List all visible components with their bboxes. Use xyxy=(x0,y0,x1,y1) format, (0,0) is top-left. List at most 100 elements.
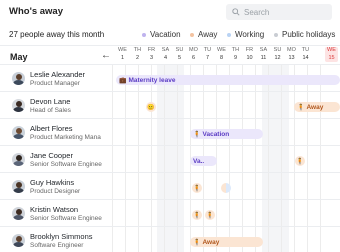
legend-label: Away xyxy=(198,30,218,39)
day-of-week: SA xyxy=(259,47,268,53)
event-label: Va.. xyxy=(193,157,205,165)
grid-line xyxy=(112,64,113,252)
avatar xyxy=(12,99,25,112)
page-title: Who's away xyxy=(9,6,63,17)
day-of-week: MO xyxy=(188,47,199,53)
day-header: TU 14 xyxy=(299,47,312,62)
away-dot-event[interactable]: 🧍 xyxy=(192,183,202,193)
grid-line xyxy=(151,64,152,252)
day-of-week: SA xyxy=(161,47,170,53)
grid-line xyxy=(125,64,126,252)
day-of-week: SU xyxy=(273,47,282,53)
day-header: FR 10 xyxy=(243,47,256,62)
away-dot-event[interactable]: 😐 xyxy=(146,102,156,112)
away-bar[interactable]: 🧍 Away xyxy=(294,102,340,112)
vacation-bar[interactable]: Va.. xyxy=(190,156,217,166)
legend-label: Working xyxy=(235,30,265,39)
day-number: 10 xyxy=(246,54,253,61)
day-number: 1 xyxy=(120,54,125,61)
day-of-week: WE xyxy=(117,47,128,53)
person-name: Kristin Watson xyxy=(30,205,79,214)
day-of-week: FR xyxy=(245,47,254,53)
search-icon xyxy=(232,3,240,21)
person-role: Product Manager xyxy=(30,80,80,87)
day-of-week: WE xyxy=(216,47,227,53)
grid-line xyxy=(164,64,165,252)
person-row[interactable]: Albert Flores Product Marketing Mana xyxy=(0,120,112,147)
day-number: 6 xyxy=(191,54,196,61)
search-box[interactable] xyxy=(226,4,332,20)
row-divider xyxy=(0,64,340,65)
person-name: Leslie Alexander xyxy=(30,70,86,79)
half-day-event[interactable] xyxy=(221,183,231,193)
person-role: Senior Software Enginee xyxy=(30,215,102,222)
person-role: Head of Sales xyxy=(30,107,71,114)
person-row[interactable]: Guy Hawkins Product Designer xyxy=(0,174,112,201)
legend-away: Away xyxy=(190,30,217,39)
person-icon: 🧍 xyxy=(193,131,201,138)
vacation-bar[interactable]: 🧍 Vacation xyxy=(190,129,263,139)
avatar xyxy=(12,126,25,139)
person-row[interactable]: Leslie Alexander Product Manager xyxy=(0,66,112,93)
day-header: SU 12 xyxy=(271,47,284,62)
face-icon: 😐 xyxy=(147,104,155,111)
day-header: SA 11 xyxy=(257,47,270,62)
briefcase-icon: 💼 xyxy=(119,77,127,84)
day-of-week: TU xyxy=(301,47,310,53)
person-row[interactable]: Devon Lane Head of Sales xyxy=(0,93,112,120)
event-label: Away xyxy=(306,103,324,111)
event-label: Maternity leave xyxy=(128,76,176,84)
person-role: Product Marketing Mana xyxy=(30,134,101,141)
day-of-week: SU xyxy=(175,47,184,53)
day-number: 3 xyxy=(149,54,154,61)
maternity-leave-bar[interactable]: 💼 Maternity leave xyxy=(116,75,340,85)
away-dot xyxy=(190,32,194,37)
day-number: 5 xyxy=(177,54,182,61)
day-header: SU 5 xyxy=(173,47,186,62)
weekend-column xyxy=(262,64,289,252)
person-name: Devon Lane xyxy=(30,97,71,106)
avatar xyxy=(12,72,25,85)
away-bar[interactable]: 🧍 Away xyxy=(190,237,263,247)
day-header: MO 13 xyxy=(285,47,298,62)
day-of-week: TH xyxy=(133,47,142,53)
day-of-week: TH xyxy=(231,47,240,53)
person-name: Guy Hawkins xyxy=(30,178,75,187)
day-header: WE 1 xyxy=(116,47,129,62)
vacation-dot xyxy=(142,32,146,37)
away-dot-event[interactable]: 🧍 xyxy=(192,210,202,220)
away-dot-event[interactable]: 🧍 xyxy=(295,156,305,166)
grid-line xyxy=(229,64,230,252)
day-of-week: TU xyxy=(203,47,212,53)
person-icon: 🧍 xyxy=(297,104,305,111)
person-row[interactable]: Jane Cooper Senior Software Enginee xyxy=(0,147,112,174)
previous-month-arrow-icon[interactable]: ← xyxy=(101,50,111,61)
person-row[interactable]: Brooklyn Simmons Software Engineer xyxy=(0,228,112,252)
day-of-week: WE xyxy=(326,47,337,53)
day-header: FR 3 xyxy=(145,47,158,62)
legend-label: Public holidays xyxy=(282,30,336,39)
person-icon: 🧍 xyxy=(193,239,201,246)
public-holiday-dot xyxy=(274,32,278,37)
day-number: 13 xyxy=(288,54,295,61)
header-divider xyxy=(0,45,340,46)
day-header: TU 7 xyxy=(201,47,214,62)
grid-line xyxy=(307,64,308,252)
person-icon: 🧍 xyxy=(193,185,201,192)
avatar xyxy=(12,207,25,220)
person-row[interactable]: Kristin Watson Senior Software Enginee xyxy=(0,201,112,228)
search-input[interactable] xyxy=(244,7,328,17)
person-name: Jane Cooper xyxy=(30,151,73,160)
person-name: Brooklyn Simmons xyxy=(30,232,93,241)
day-number: 14 xyxy=(302,54,309,61)
avatar xyxy=(12,180,25,193)
day-number: 4 xyxy=(163,54,168,61)
day-number: 9 xyxy=(233,54,238,61)
person-icon: 🧍 xyxy=(193,212,201,219)
day-number: 15 xyxy=(328,54,335,61)
grid-line xyxy=(268,64,269,252)
day-header: MO 6 xyxy=(187,47,200,62)
day-of-week: FR xyxy=(147,47,156,53)
day-number: 11 xyxy=(260,54,267,61)
away-dot-event[interactable]: 🧍 xyxy=(205,210,215,220)
